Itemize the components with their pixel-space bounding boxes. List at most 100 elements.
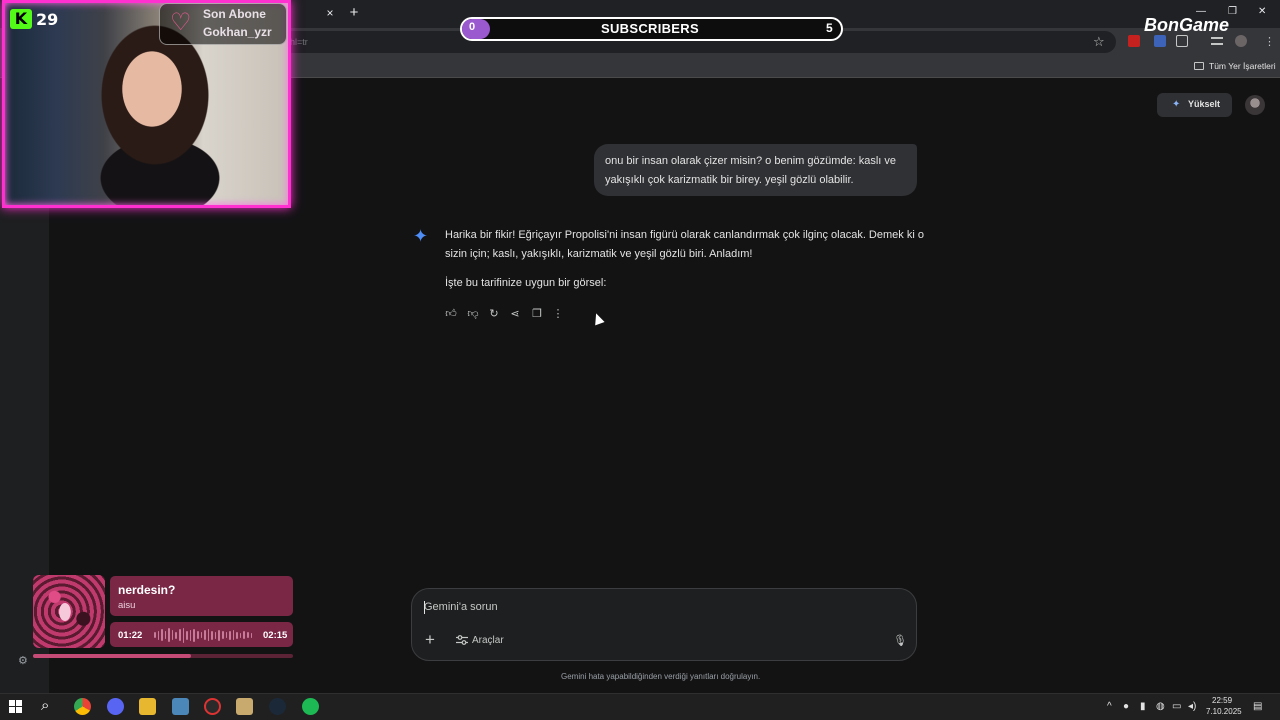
add-attachment-button[interactable]: + [423, 631, 437, 649]
folder-icon [1194, 62, 1204, 70]
waveform-bar [161, 629, 163, 641]
waveform-bar [204, 630, 206, 640]
notifications-icon[interactable]: ▤ [1253, 701, 1262, 712]
sponsor-logo: BonGame [1144, 15, 1230, 35]
waveform-bar [232, 630, 235, 640]
waveform-bar [247, 632, 249, 638]
windows-start-button[interactable] [9, 700, 22, 713]
waveform-bar [243, 631, 246, 639]
clock-date[interactable]: 7.10.2025 [1206, 707, 1242, 716]
restore-button[interactable]: ❐ [1228, 6, 1237, 17]
disclaimer-text: Gemini hata yapabildiğinden verdiği yanı… [561, 672, 761, 681]
reading-list-icon[interactable] [1211, 37, 1223, 45]
waveform-bar [196, 631, 199, 639]
kick-logo: K [10, 9, 32, 29]
settings-icon[interactable]: ⚙ [18, 654, 28, 667]
waveform-bar [179, 629, 181, 641]
total-time: 02:15 [263, 630, 288, 641]
current-time: 01:22 [118, 630, 143, 641]
waveform-bar [186, 630, 188, 640]
upgrade-label: Yükselt [1188, 99, 1221, 109]
steam-tray-icon[interactable]: ● [1123, 701, 1129, 712]
network-icon[interactable]: ▭ [1172, 701, 1181, 712]
address-bar-url: hl=tr [290, 37, 308, 47]
waveform-bar [189, 629, 192, 641]
league-icon[interactable] [236, 698, 253, 715]
waveform-bar [229, 630, 231, 640]
sparkle-icon: ✦ [1172, 99, 1181, 110]
waveform-bar [214, 631, 217, 639]
prompt-composer[interactable] [411, 588, 917, 661]
clock-time[interactable]: 22:59 [1212, 696, 1232, 705]
heart-icon: ♡ [170, 9, 192, 36]
app-icon[interactable] [172, 698, 189, 715]
obs-icon[interactable] [204, 698, 221, 715]
waveform-bar [193, 628, 195, 642]
sub-goal-title: SUBSCRIBERS [601, 21, 699, 36]
track-artist: aisu [118, 600, 136, 611]
user-avatar[interactable] [1245, 95, 1265, 115]
browser-menu-icon[interactable]: ⋮ [1264, 35, 1275, 48]
prompt-input[interactable]: Gemini'a sorun [424, 601, 498, 613]
steam-icon[interactable] [269, 698, 286, 715]
headset-tray-icon[interactable]: ◍ [1156, 701, 1165, 712]
tray-chevron-icon[interactable]: ^ [1107, 701, 1112, 712]
location-pin-icon: ⬮ [58, 599, 72, 624]
waveform-bar [211, 630, 213, 640]
new-tab-button[interactable]: + [346, 4, 362, 22]
waveform-bar [164, 631, 167, 639]
waveform [154, 627, 253, 643]
subscriber-goal-fill [462, 19, 490, 39]
search-icon[interactable]: ⌕ [41, 697, 49, 714]
waveform-bar [157, 630, 160, 640]
track-title: nerdesin? [118, 583, 176, 597]
waveform-bar [218, 629, 220, 641]
gemini-sparkle-icon: ✦ [413, 226, 429, 246]
discord-icon[interactable] [107, 698, 124, 715]
thumbs-up-icon[interactable]: 👍︎ [444, 307, 458, 321]
waveform-bar [154, 632, 156, 638]
sub-goal-current: 0 [469, 21, 476, 33]
all-bookmarks-link[interactable]: Tüm Yer İşaretleri [1209, 61, 1276, 71]
waveform-bar [225, 632, 228, 638]
close-window-button[interactable]: ✕ [1258, 6, 1266, 17]
waveform-bar [239, 632, 242, 638]
more-options-icon[interactable]: ⋮ [551, 307, 565, 321]
waveform-bar [168, 628, 170, 642]
file-explorer-icon[interactable] [139, 698, 156, 715]
user-message-bubble: onu bir insan olarak çizer misin? o beni… [594, 144, 917, 196]
bookmark-star-icon[interactable]: ☆ [1093, 34, 1105, 50]
waveform-bar [221, 631, 224, 639]
response-paragraph: Harika bir fikir! Eğriçayır Propolisi'ni… [445, 229, 924, 260]
last-sub-name: Gokhan_yzr [203, 25, 272, 39]
tools-button[interactable]: Araçlar [472, 635, 504, 646]
thumbs-down-icon[interactable]: 👎︎ [466, 307, 480, 321]
volume-icon[interactable]: ◂) [1188, 701, 1196, 712]
viewer-count: 29 [36, 10, 59, 29]
tools-icon [456, 635, 468, 645]
share-icon[interactable]: ⋖ [508, 307, 522, 321]
microphone-icon[interactable]: 🎙︎ [893, 634, 907, 647]
waveform-bar [171, 630, 174, 640]
extension-icon[interactable] [1154, 35, 1166, 47]
regenerate-icon[interactable]: ↻ [487, 307, 501, 321]
waveform-bar [182, 627, 185, 643]
waveform-bar [207, 629, 210, 641]
mouse-cursor [591, 311, 605, 326]
tab-close-button[interactable]: × [322, 5, 338, 21]
waveform-bar [236, 631, 238, 639]
waveform-bar [200, 632, 203, 638]
extensions-puzzle-icon[interactable] [1176, 35, 1188, 47]
track-progress-fill [33, 654, 191, 658]
chrome-icon[interactable] [74, 698, 91, 715]
waveform-bar [175, 631, 178, 639]
copy-icon[interactable]: ❐ [530, 307, 544, 321]
microphone-tray-icon[interactable]: ▮ [1140, 701, 1146, 712]
taskbar [0, 693, 1280, 720]
waveform-bar [250, 632, 253, 638]
extension-icon[interactable] [1128, 35, 1140, 47]
response-paragraph: İşte bu tarifinize uygun bir görsel: [445, 277, 607, 289]
profile-avatar-icon[interactable] [1235, 35, 1247, 47]
spotify-icon[interactable] [302, 698, 319, 715]
last-sub-label: Son Abone [203, 7, 266, 21]
